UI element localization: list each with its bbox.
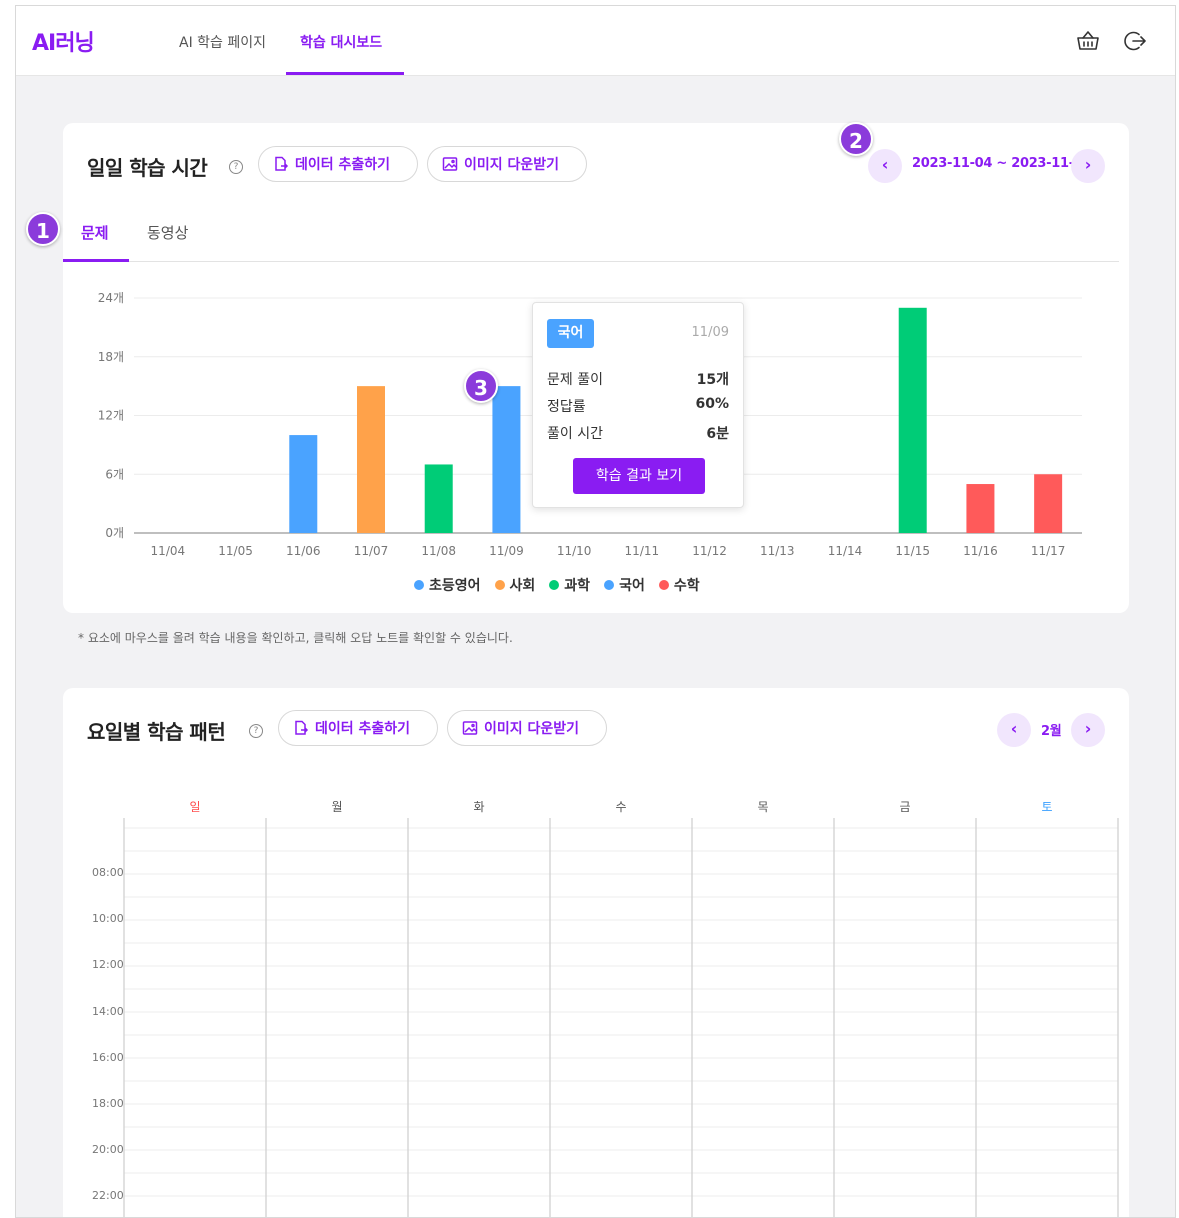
weekday-label: 일 [189, 800, 201, 814]
bar[interactable] [492, 386, 521, 533]
time-label: 20:00 [92, 1143, 124, 1157]
legend-dot [414, 580, 424, 590]
month-label: 2월 [1041, 724, 1062, 739]
time-label: 12:00 [92, 958, 124, 972]
legend-item[interactable]: 사회 [494, 575, 536, 595]
weekday-label: 금 [899, 800, 911, 814]
tooltip-row-time: 풀이 시간 6분 [547, 423, 729, 443]
time-label: 22:00 [92, 1189, 124, 1203]
bar[interactable] [1034, 474, 1063, 533]
chart-legend: 초등영어 사회 과학 국어 수학 [414, 575, 700, 595]
badge-3: 3 [464, 369, 498, 403]
legend-dot [658, 580, 669, 590]
x-tick-label: 11/04 [151, 544, 186, 558]
legend-dot [494, 580, 505, 590]
bar[interactable] [898, 307, 927, 533]
weekday-label: 수 [615, 800, 627, 814]
x-tick-label: 11/17 [1031, 544, 1066, 558]
weekday-label: 목 [757, 800, 769, 814]
view-results-button[interactable]: 학습 결과 보기 [573, 458, 705, 494]
tooltip-row-label: 풀이 시간 [547, 426, 603, 442]
x-tick-label: 11/14 [828, 544, 863, 558]
x-tick-label: 11/16 [963, 544, 998, 558]
bar[interactable] [289, 435, 318, 533]
y-tick-label: 24개 [98, 291, 124, 305]
y-tick-label: 6개 [105, 467, 124, 481]
time-label: 16:00 [92, 1050, 124, 1064]
image-icon [462, 721, 478, 735]
tooltip-row-label: 정답률 [547, 399, 586, 415]
tooltip-row-value: 60% [695, 396, 729, 412]
weekly-download-label: 이미지 다운받기 [484, 721, 580, 737]
y-tick-label: 18개 [98, 350, 124, 364]
chart-tooltip: 국어 11/09 문제 풀이 15개 정답률 60% 풀이 시간 6분 학습 결… [532, 302, 744, 508]
weekday-label: 화 [473, 800, 485, 814]
weekly-next-button[interactable]: › [1071, 713, 1105, 747]
time-label: 10:00 [92, 912, 124, 926]
tooltip-row-value: 15개 [696, 372, 729, 388]
x-tick-label: 11/15 [895, 544, 930, 558]
weekly-export-label: 데이터 추출하기 [315, 721, 411, 737]
legend-item[interactable]: 과학 [549, 575, 590, 595]
x-tick-label: 11/13 [760, 544, 795, 558]
y-tick-label: 0개 [105, 526, 124, 540]
time-label: 14:00 [92, 1004, 124, 1018]
tooltip-row-problems: 문제 풀이 15개 [547, 369, 729, 389]
x-tick-label: 11/06 [286, 544, 321, 558]
bar[interactable] [966, 484, 995, 533]
x-tick-label: 11/12 [692, 544, 727, 558]
time-label: 08:00 [92, 866, 124, 879]
tooltip-row-label: 문제 풀이 [547, 372, 603, 388]
x-tick-label: 11/08 [421, 544, 456, 558]
x-tick-label: 11/11 [625, 544, 660, 558]
time-label: 18:00 [92, 1097, 124, 1110]
tooltip-subject-tag: 국어 [547, 319, 594, 348]
file-export-icon [295, 720, 309, 735]
tooltip-date: 11/09 [691, 325, 729, 340]
y-tick-label: 12개 [98, 409, 124, 423]
badge-1: 1 [26, 212, 60, 246]
tooltip-row-value: 6분 [706, 426, 729, 442]
weekly-title: 요일별 학습 패턴 [87, 720, 226, 744]
help-icon[interactable]: ? [249, 724, 263, 738]
weekday-label: 토 [1041, 800, 1053, 814]
legend-label: 사회 [509, 578, 536, 594]
legend-dot [549, 580, 560, 590]
weekly-pattern-card: 요일별 학습 패턴 ? 데이터 추출하기 이미지 다운받기 ‹ 2월 › [63, 688, 1129, 1217]
badge-2: 2 [839, 122, 873, 156]
legend-item[interactable]: 수학 [658, 575, 700, 595]
weekly-export-button[interactable]: 데이터 추출하기 [278, 710, 438, 746]
bar[interactable] [424, 464, 453, 533]
app-frame: AI러닝 AI 학습 페이지 학습 대시보드 일일 학습 시간 ? 데이터 추출… [15, 5, 1176, 1218]
weekday-label: 월 [331, 800, 343, 814]
x-tick-label: 11/09 [489, 544, 524, 558]
weekly-prev-button[interactable]: ‹ [997, 713, 1031, 747]
legend-label: 국어 [619, 578, 645, 594]
legend-label: 과학 [564, 578, 591, 594]
tooltip-row-accuracy: 정답률 60% [547, 396, 729, 416]
legend-label: 초등영어 [429, 578, 481, 594]
x-tick-label: 11/10 [557, 544, 592, 558]
chart-note: * 요소에 마우스를 올려 학습 내용을 확인하고, 클릭해 오답 노트를 확인… [78, 631, 513, 645]
x-tick-label: 11/07 [354, 544, 389, 558]
bar[interactable] [357, 386, 385, 533]
legend-dot [604, 580, 615, 590]
weekly-download-button[interactable]: 이미지 다운받기 [447, 710, 607, 746]
legend-label: 수학 [673, 578, 700, 594]
legend-item[interactable]: 국어 [604, 575, 645, 595]
x-tick-label: 11/05 [218, 544, 253, 558]
legend-item[interactable]: 초등영어 [414, 575, 481, 595]
